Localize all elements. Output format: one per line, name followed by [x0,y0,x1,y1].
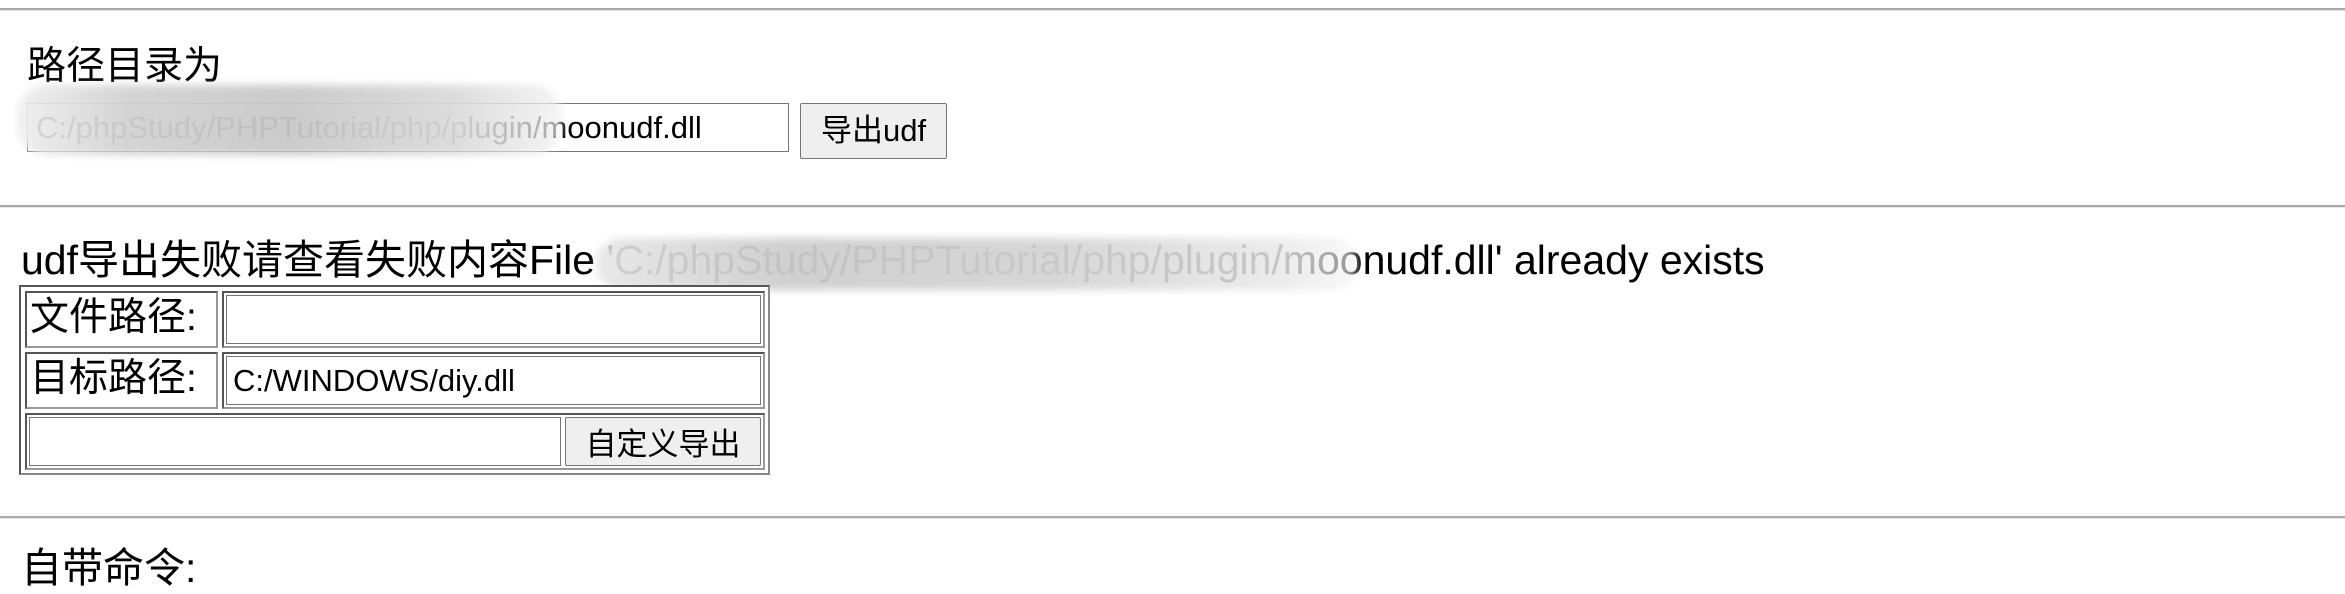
target-path-input-cell [222,352,765,409]
divider-top [0,8,2345,11]
target-path-label-cell: 目标路径: [25,352,218,409]
path-directory-heading: 路径目录为 [27,45,223,88]
target-path-label: 目标路径: [30,357,197,400]
custom-export-button[interactable]: 自定义导出 [565,417,761,466]
file-path-input[interactable] [226,295,761,344]
export-udf-button[interactable]: 导出udf [800,103,948,159]
file-path-input-cell [222,291,765,348]
udf-path-input[interactable] [27,103,789,152]
custom-export-row: 自定义导出 [25,413,765,470]
file-path-label-cell: 文件路径: [25,291,218,348]
file-path-label: 文件路径: [30,296,197,339]
custom-export-extra-input[interactable] [29,417,561,466]
builtin-commands-heading: 自带命令: [21,545,197,591]
divider-middle [0,205,2345,208]
divider-bottom [0,516,2345,519]
custom-export-table: 文件路径: 目标路径: 自定义导出 [19,285,770,475]
error-message: udf导出失败请查看失败内容File 'C:/phpStudy/PHPTutor… [21,237,1765,283]
target-path-input[interactable] [226,356,761,405]
